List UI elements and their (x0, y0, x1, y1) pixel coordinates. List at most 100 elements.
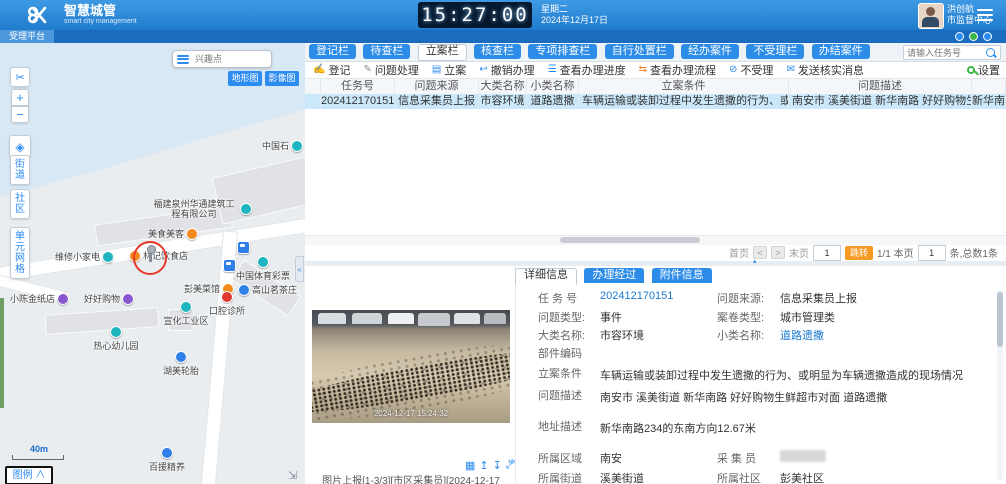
app-subtitle: smart city management (64, 17, 137, 26)
view-flow-button[interactable]: ⇆查看办理流程 (639, 62, 716, 78)
table-row[interactable]: 202412170151 信息采集员上报 市容环境 道路遗撒 车辆运输或装卸过程… (305, 94, 1006, 109)
revoke-button[interactable]: ↩撤销办理 (479, 62, 534, 78)
layers-icon: ◈ (15, 140, 24, 154)
layers-button[interactable]: ◈ (9, 135, 31, 157)
total-count: 条,总数1条 (950, 245, 998, 260)
page-size-input[interactable] (918, 245, 946, 261)
app-logo-icon (25, 4, 57, 26)
poi-icon (240, 203, 252, 215)
plus-icon: + (16, 90, 24, 105)
cell-condition: 车辆运输或装卸过程中发生遗撒的行为、或明显为车... (579, 94, 789, 109)
task-no-link[interactable]: 202412170151 (600, 290, 673, 302)
col-source: 问题来源 (395, 79, 479, 94)
poi-icon (257, 256, 269, 268)
map-corner-icon[interactable]: ⇲ (288, 469, 297, 482)
layer-community-button[interactable]: 社区 (10, 189, 30, 219)
layer-grid-button[interactable]: 单元网格 (10, 227, 30, 279)
register-button[interactable]: ✍登记 (313, 62, 350, 78)
terrain-map-button[interactable]: 地形图 (228, 71, 262, 86)
next-page-button[interactable]: > (771, 246, 785, 259)
scrollbar-thumb[interactable] (560, 237, 700, 243)
date-block: 星期二 2024年12月17日 (541, 4, 608, 26)
status-icon-2[interactable] (969, 32, 978, 41)
map-poi: 中国体育彩票 (234, 256, 292, 282)
task-search-box[interactable] (903, 45, 1001, 60)
tab-special-check[interactable]: 专项排查栏 (528, 44, 597, 59)
map-poi: 好好购物 (84, 292, 134, 305)
zoom-out-button[interactable]: − (11, 106, 29, 123)
tab-pending-check[interactable]: 待查栏 (363, 44, 410, 59)
tab-attachments[interactable]: 附件信息 (652, 268, 712, 283)
reject-button[interactable]: ⊘不受理 (729, 62, 773, 78)
action-toolbar: ✍登记 ✎问题处理 ▤立案 ↩撤销办理 ☰查看办理进度 ⇆查看办理流程 ⊘不受理… (305, 61, 1006, 79)
app-header: 智慧城管 smart city management 15:27:00 星期二 … (0, 0, 1006, 30)
search-icon[interactable] (986, 48, 995, 57)
last-page-button[interactable]: 末页 (789, 245, 809, 260)
problem-handle-button[interactable]: ✎问题处理 (363, 62, 418, 78)
tab-detail-info[interactable]: 详细信息 (515, 268, 577, 285)
tab-register[interactable]: 登记栏 (309, 44, 356, 59)
map-search-box[interactable] (172, 50, 272, 68)
flow-icon: ⇆ (639, 64, 647, 75)
file-case-button[interactable]: ▤立案 (432, 62, 466, 78)
screen: 智慧城管 smart city management 15:27:00 星期二 … (0, 0, 1006, 484)
map-collapse-handle[interactable]: « (295, 256, 304, 282)
cell-description: 南安市 溪美街道 新华南路 好好购物生鲜超市对面 道... (789, 94, 972, 109)
field-label: 问题来源: (717, 290, 764, 306)
layer-street-button[interactable]: 街道 (10, 155, 30, 185)
field-label: 部件编码 (538, 345, 582, 361)
map-panel[interactable]: 中国石 福建泉州华通建筑工程有限公司 美食美客 维修小家电 林记饮食店 中国体育… (0, 43, 306, 484)
map-measure-tool[interactable]: ✂ (10, 67, 30, 87)
field-value: 南安 (600, 450, 622, 466)
poi-icon (57, 293, 69, 305)
poi-list-icon[interactable] (177, 55, 189, 64)
field-value: 南安市 溪美街道 新华南路 好好购物生鲜超市对面 道路遗撒 (600, 389, 887, 405)
status-icon-3[interactable] (983, 32, 992, 41)
tab-closed[interactable]: 办结案件 (812, 44, 870, 59)
field-value: 市容环境 (600, 327, 644, 343)
task-search-input[interactable] (904, 48, 986, 58)
vertical-scrollbar[interactable] (997, 290, 1003, 480)
tab-my-cases[interactable]: 经办案件 (681, 44, 739, 59)
tab-self-handle[interactable]: 自行处置栏 (605, 44, 674, 59)
first-page-button[interactable]: 首页 (729, 245, 749, 260)
report-photo[interactable]: 2024-12-17 15:24:32 (312, 310, 510, 423)
tab-case-filing[interactable]: 立案栏 (418, 44, 467, 61)
tab-rejected[interactable]: 不受理栏 (746, 44, 804, 59)
send-verify-message-button[interactable]: ✉发送核实消息 (786, 62, 863, 78)
detail-tabbar: 详细信息 办理经过 附件信息 (511, 268, 712, 285)
photo-collapse-handle[interactable]: « (508, 456, 514, 467)
map-scale-label: 40m (30, 444, 48, 454)
map-poi: 百援精养 (144, 447, 190, 473)
tab-process-history[interactable]: 办理经过 (584, 268, 644, 283)
view-progress-button[interactable]: ☰查看办理进度 (548, 62, 626, 78)
upload-icon[interactable]: ↥ (479, 459, 488, 472)
menu-icon[interactable] (977, 9, 993, 21)
imagery-map-button[interactable]: 影像图 (265, 71, 299, 86)
subcategory-link[interactable]: 道路遗撒 (780, 327, 824, 343)
task-location-circle (133, 241, 167, 275)
divider (515, 266, 516, 484)
jump-button[interactable]: 跳转 (845, 246, 873, 260)
gallery-icon[interactable]: ▦ (465, 459, 475, 472)
work-panel: 登记栏 待查栏 立案栏 核查栏 专项排查栏 自行处置栏 经办案件 不受理栏 办结… (305, 43, 1006, 484)
download-icon[interactable]: ↧ (493, 459, 502, 472)
legend-button[interactable]: 图例 ∧ (5, 466, 53, 484)
map-search-input[interactable] (193, 53, 269, 65)
revoke-icon: ↩ (479, 64, 487, 75)
field-label: 任 务 号 (538, 290, 577, 306)
poi-icon (180, 301, 192, 313)
cell-road: 新华南路 (972, 94, 1006, 109)
bus-stop-icon (237, 241, 250, 254)
zoom-in-button[interactable]: + (11, 89, 29, 106)
tab-platform[interactable]: 受理平台 (0, 30, 54, 43)
status-icon-1[interactable] (955, 32, 964, 41)
page-number-input[interactable] (813, 245, 841, 261)
avatar[interactable] (918, 3, 944, 29)
splitter-arrow-icon: ▴ (753, 257, 757, 265)
photo-timestamp: 2024-12-17 15:24:32 (312, 409, 510, 418)
field-label: 问题类型: (538, 309, 585, 325)
settings-button[interactable]: 设置 (967, 61, 1000, 79)
tab-verify[interactable]: 核查栏 (474, 44, 521, 59)
scrollbar-thumb[interactable] (997, 292, 1003, 347)
